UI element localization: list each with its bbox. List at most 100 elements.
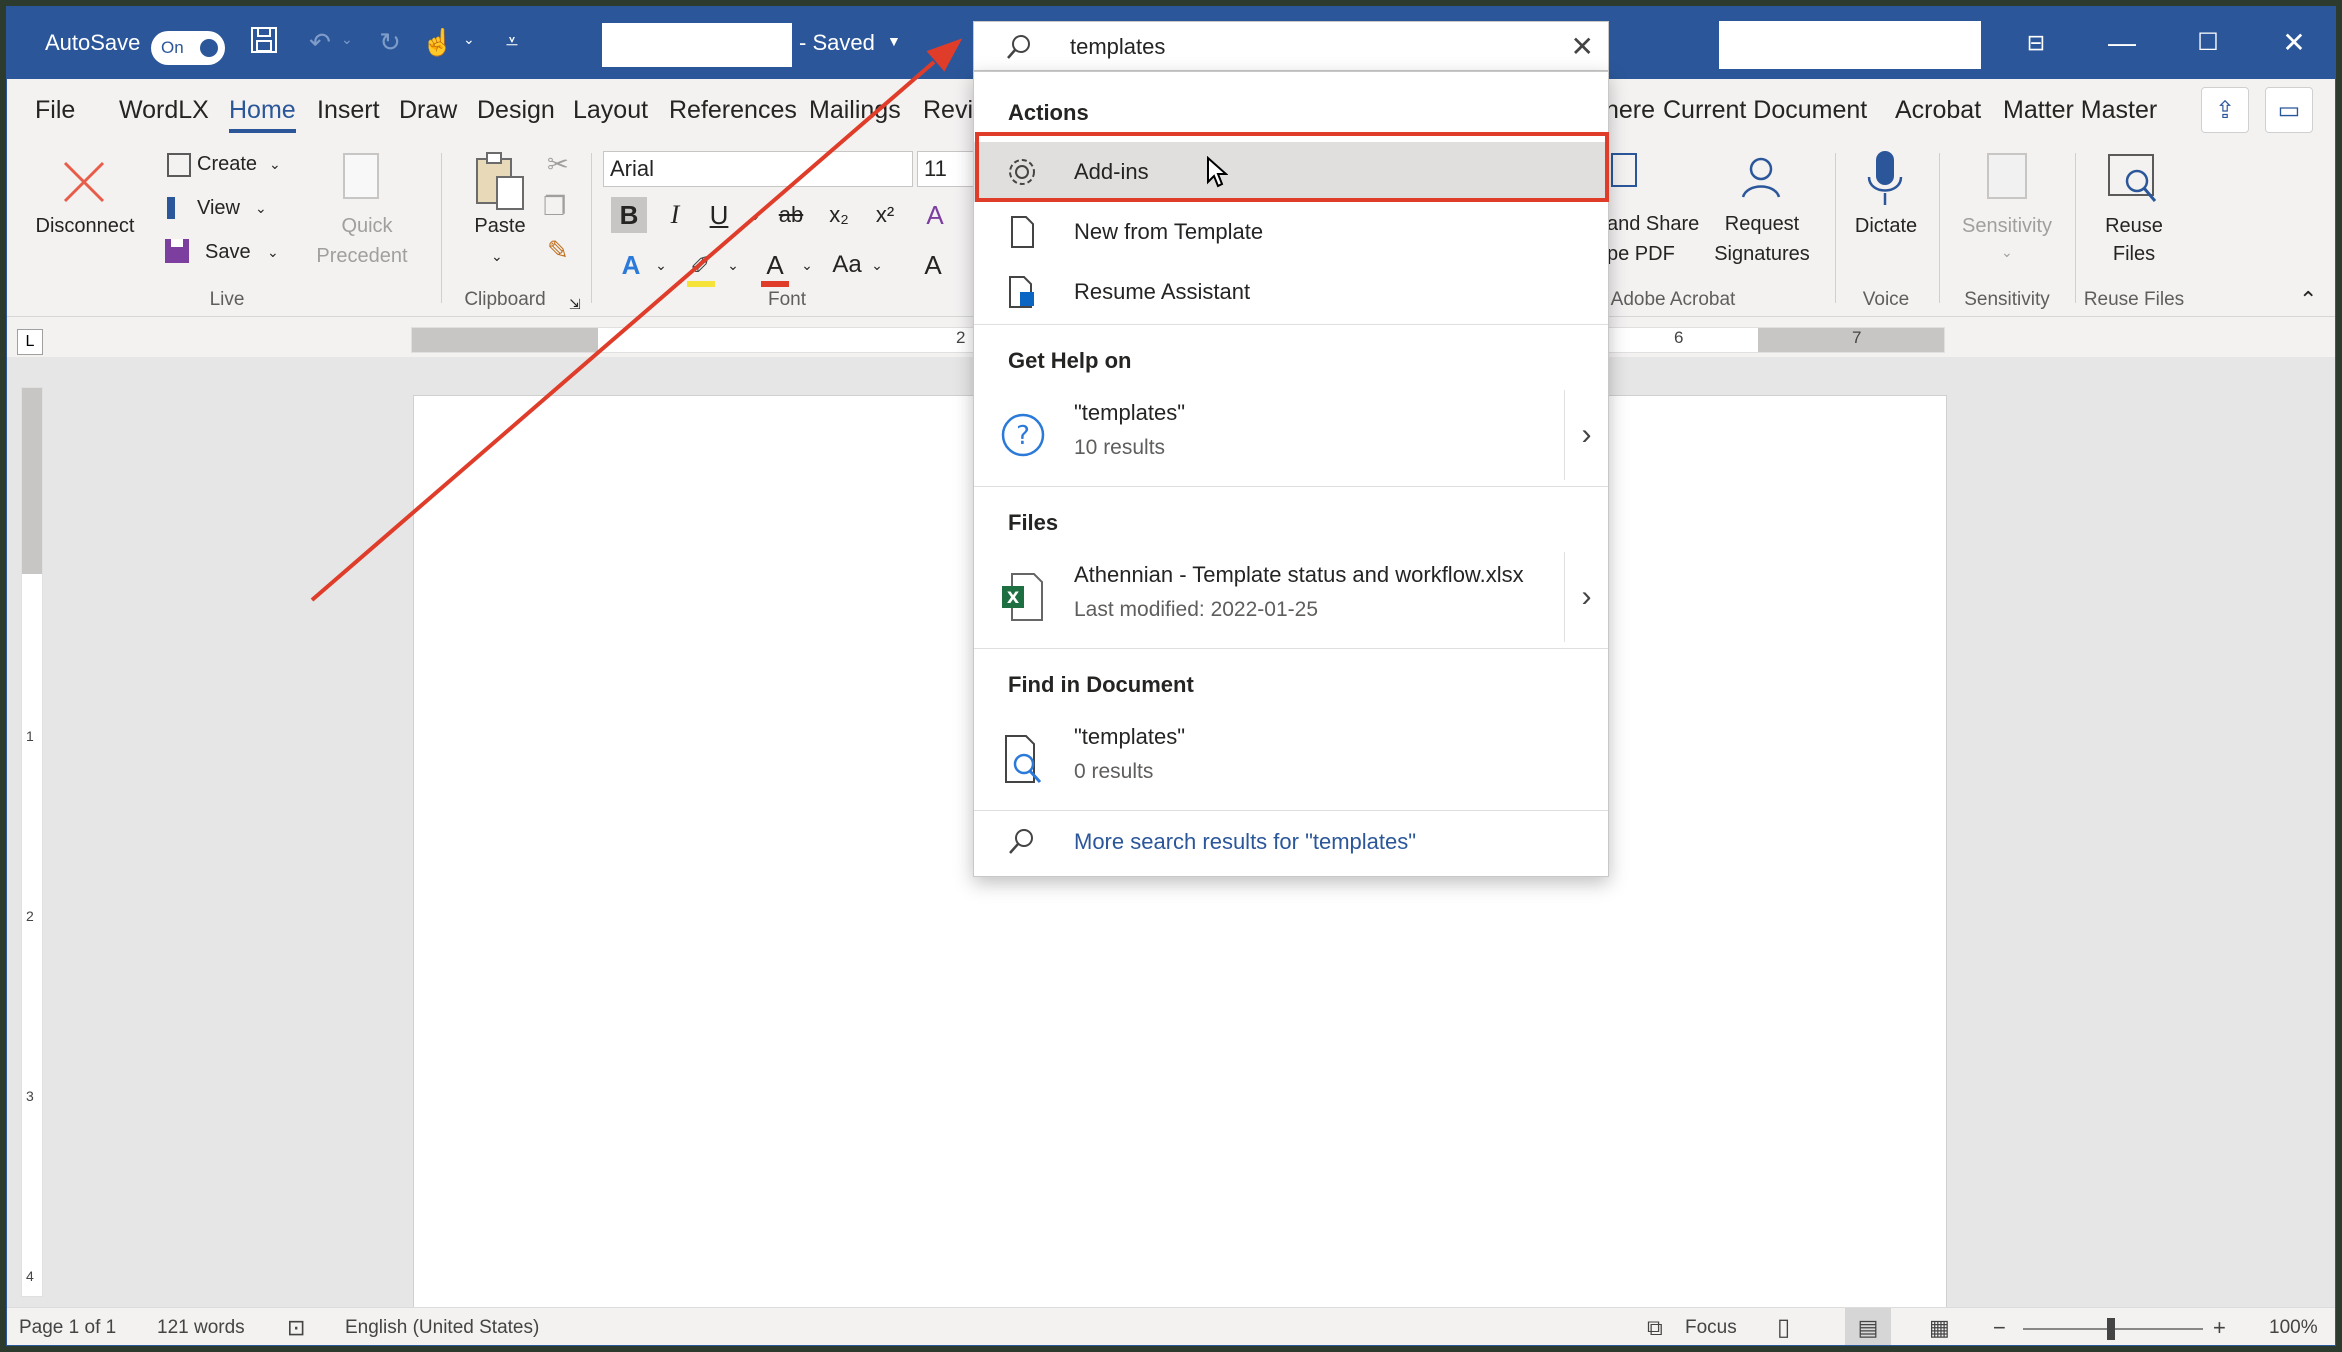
action-new-from-template[interactable]: New from Template <box>974 202 1608 262</box>
copy-icon[interactable]: ❐ <box>543 193 566 219</box>
ribbon-display-icon[interactable]: ⊟ <box>1993 7 2079 79</box>
bold-icon[interactable]: B <box>611 197 647 233</box>
zoom-slider-thumb[interactable] <box>2107 1318 2115 1340</box>
chevron-right-icon[interactable]: › <box>1564 390 1608 480</box>
tab-matter-master[interactable]: Matter Master <box>2003 79 2157 141</box>
reuse-files-label-2[interactable]: Files <box>2089 241 2179 267</box>
strikethrough-icon[interactable]: ab <box>773 197 809 233</box>
tab-selector[interactable]: L <box>17 329 43 355</box>
tab-design[interactable]: Design <box>477 79 555 141</box>
tab-wordlx[interactable]: WordLX <box>119 79 209 141</box>
font-size-field[interactable]: 11 <box>917 151 979 187</box>
chevron-right-icon[interactable]: › <box>1564 552 1608 642</box>
reuse-files-label-1[interactable]: Reuse <box>2089 213 2179 239</box>
font-color-chevron-icon[interactable]: ⌄ <box>789 247 825 283</box>
tab-review[interactable]: Revi <box>923 79 973 141</box>
search-input[interactable]: templates ✕ <box>973 21 1609 71</box>
subscript-icon[interactable]: x₂ <box>821 197 857 233</box>
page-count[interactable]: Page 1 of 1 <box>19 1308 116 1345</box>
save-chevron-icon[interactable]: ⌄ <box>267 239 279 265</box>
undo-icon[interactable]: ↶ <box>303 25 337 59</box>
view-chevron-icon[interactable]: ⌄ <box>255 195 267 221</box>
request-signatures-label-1[interactable]: Request <box>1707 211 1817 237</box>
quick-precedent-label-2[interactable]: Precedent <box>297 243 427 269</box>
clear-search-icon[interactable]: ✕ <box>1571 22 1594 72</box>
view-button[interactable]: View <box>197 195 240 221</box>
proofing-icon[interactable]: ⊡ <box>287 1308 305 1345</box>
dictate-button[interactable]: Dictate <box>1843 213 1929 239</box>
share-icon[interactable]: ⇪ <box>2201 87 2249 133</box>
minimize-icon[interactable]: — <box>2079 7 2165 79</box>
tab-mailings[interactable]: Mailings <box>809 79 901 141</box>
grow-font-icon[interactable]: A <box>915 247 951 283</box>
reuse-files-icon[interactable] <box>2105 151 2161 207</box>
superscript-icon[interactable]: x² <box>867 197 903 233</box>
tab-share-here[interactable]: here <box>1605 79 1655 141</box>
microphone-icon[interactable] <box>1865 149 1905 209</box>
sensitivity-button[interactable]: Sensitivity <box>1951 213 2063 239</box>
save-icon[interactable] <box>247 25 281 59</box>
tab-insert[interactable]: Insert <box>317 79 380 141</box>
customize-toolbar-icon[interactable]: ⩡ <box>495 25 529 59</box>
web-layout-icon[interactable]: ▦ <box>1929 1308 1950 1345</box>
underline-icon[interactable]: U <box>701 197 737 233</box>
user-account[interactable] <box>1719 21 1981 69</box>
request-signatures-label-2[interactable]: Signatures <box>1699 241 1825 267</box>
italic-icon[interactable]: I <box>657 197 693 233</box>
tab-draw[interactable]: Draw <box>399 79 457 141</box>
focus-button[interactable]: Focus <box>1685 1308 1737 1345</box>
redo-icon[interactable]: ↻ <box>373 25 407 59</box>
cut-icon[interactable]: ✂ <box>547 151 569 177</box>
maximize-icon[interactable]: ☐ <box>2165 7 2251 79</box>
collapse-ribbon-icon[interactable]: ⌃ <box>2299 287 2317 313</box>
zoom-level[interactable]: 100% <box>2269 1308 2318 1345</box>
font-color-icon[interactable]: A <box>757 247 793 283</box>
paste-chevron-icon[interactable]: ⌄ <box>491 243 503 269</box>
tab-file[interactable]: File <box>35 79 75 141</box>
clipboard-launcher-icon[interactable]: ⇲ <box>569 291 581 317</box>
document-name[interactable] <box>602 23 792 67</box>
print-layout-icon[interactable]: ▤ <box>1845 1308 1891 1345</box>
tab-layout[interactable]: Layout <box>573 79 648 141</box>
tab-references[interactable]: References <box>669 79 797 141</box>
word-count[interactable]: 121 words <box>157 1308 245 1345</box>
disconnect-icon[interactable] <box>59 157 109 207</box>
create-button[interactable]: Create <box>197 151 257 177</box>
font-name-field[interactable]: Arial <box>603 151 913 187</box>
more-search-results[interactable]: More search results for "templates" <box>974 812 1608 872</box>
help-result[interactable]: ? "templates" 10 results › <box>974 390 1608 480</box>
paste-button[interactable]: Paste <box>465 213 535 239</box>
focus-icon[interactable]: ⧉ <box>1647 1308 1663 1345</box>
action-resume-assistant[interactable]: Resume Assistant <box>974 262 1608 322</box>
file-result[interactable]: X Athennian - Template status and workfl… <box>974 552 1608 642</box>
touch-dropdown-icon[interactable]: ⌄ <box>463 31 475 48</box>
read-mode-icon[interactable]: ▯ <box>1777 1308 1790 1345</box>
disconnect-button[interactable]: Disconnect <box>25 213 145 239</box>
save-live-button[interactable]: Save <box>205 239 251 265</box>
find-result[interactable]: "templates" 0 results <box>974 714 1608 804</box>
underline-chevron-icon[interactable]: ⌄ <box>737 197 773 233</box>
close-icon[interactable]: ✕ <box>2251 7 2335 79</box>
format-painter-icon[interactable]: ✎ <box>547 237 569 263</box>
undo-dropdown-icon[interactable]: ⌄ <box>341 31 353 48</box>
tab-acrobat[interactable]: Acrobat <box>1895 79 1981 141</box>
share-pdf-label-1[interactable]: and Share <box>1607 211 1699 237</box>
request-signatures-icon[interactable] <box>1737 153 1787 203</box>
saved-dropdown-icon[interactable]: ▼ <box>887 33 901 49</box>
clear-formatting-icon[interactable]: A <box>917 197 953 233</box>
language[interactable]: English (United States) <box>345 1308 539 1345</box>
share-pdf-label-2[interactable]: pe PDF <box>1607 241 1675 267</box>
vertical-ruler[interactable]: 1 2 3 4 <box>21 387 43 1297</box>
create-chevron-icon[interactable]: ⌄ <box>269 151 281 177</box>
change-case-chevron-icon[interactable]: ⌄ <box>859 247 895 283</box>
highlight-icon[interactable]: ✐ <box>683 247 719 283</box>
zoom-in-icon[interactable]: + <box>2213 1308 2226 1345</box>
comments-icon[interactable]: ▭ <box>2265 87 2313 133</box>
text-effects-chevron-icon[interactable]: ⌄ <box>643 247 679 283</box>
paste-icon[interactable] <box>473 151 527 211</box>
sensitivity-chevron-icon[interactable]: ⌄ <box>2001 239 2013 265</box>
zoom-out-icon[interactable]: − <box>1993 1308 2006 1345</box>
saved-status[interactable]: - Saved <box>799 7 875 79</box>
tab-current-document[interactable]: Current Document <box>1663 79 1867 141</box>
highlight-chevron-icon[interactable]: ⌄ <box>715 247 751 283</box>
